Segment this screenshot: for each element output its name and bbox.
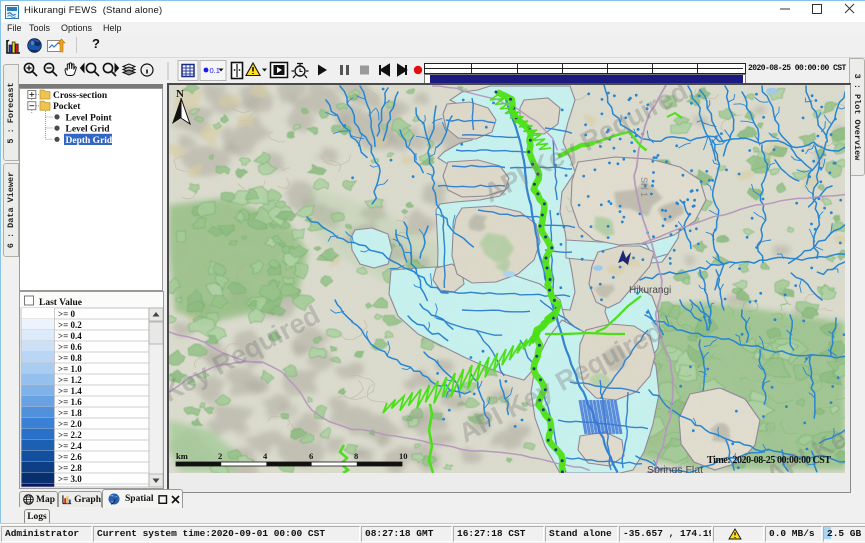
svg-text:>= 2.6: >= 2.6 xyxy=(58,452,82,462)
svg-text:Pocket: Pocket xyxy=(53,102,81,112)
svg-text:8: 8 xyxy=(354,451,358,461)
svg-text:Last Value: Last Value xyxy=(39,298,82,308)
svg-text:SH 1: SH 1 xyxy=(639,177,649,197)
svg-text:Cross-section: Cross-section xyxy=(53,91,108,101)
svg-text:Level Grid: Level Grid xyxy=(66,125,111,135)
svg-text:>= 1.0: >= 1.0 xyxy=(58,364,82,374)
svg-text:0.1: 0.1 xyxy=(210,66,220,75)
svg-text:>= 2.2: >= 2.2 xyxy=(58,430,82,440)
svg-text:>= 1.8: >= 1.8 xyxy=(58,408,82,418)
svg-text:>= 0.8: >= 0.8 xyxy=(58,353,82,363)
svg-text:Depth Grid: Depth Grid xyxy=(66,136,113,146)
svg-text:Hikurangi: Hikurangi xyxy=(629,285,671,296)
svg-text:>= 2.4: >= 2.4 xyxy=(58,441,82,451)
svg-text:10: 10 xyxy=(399,451,408,461)
svg-text:>= 3.0: >= 3.0 xyxy=(58,474,82,484)
svg-text:>= 1.4: >= 1.4 xyxy=(58,386,82,396)
svg-text:Springs Flat: Springs Flat xyxy=(647,464,703,473)
svg-text:>= 2.0: >= 2.0 xyxy=(58,419,82,429)
svg-text:N: N xyxy=(176,88,184,100)
svg-text:>= 2.8: >= 2.8 xyxy=(58,463,82,473)
svg-text:>= 0: >= 0 xyxy=(58,309,76,319)
svg-text:6: 6 xyxy=(309,451,313,461)
svg-text:km: km xyxy=(176,451,188,461)
svg-text:Level Point: Level Point xyxy=(66,113,113,123)
svg-text:>= 1.6: >= 1.6 xyxy=(58,397,82,407)
svg-text:>= 0.6: >= 0.6 xyxy=(58,342,82,352)
svg-text:>= 0.2: >= 0.2 xyxy=(58,320,82,330)
svg-text:>= 1.2: >= 1.2 xyxy=(58,375,82,385)
svg-text:Time: 2020-08-25 00:00:00 CST: Time: 2020-08-25 00:00:00 CST xyxy=(707,455,831,466)
svg-text:>= 0.4: >= 0.4 xyxy=(58,331,82,341)
svg-text:2: 2 xyxy=(218,451,222,461)
